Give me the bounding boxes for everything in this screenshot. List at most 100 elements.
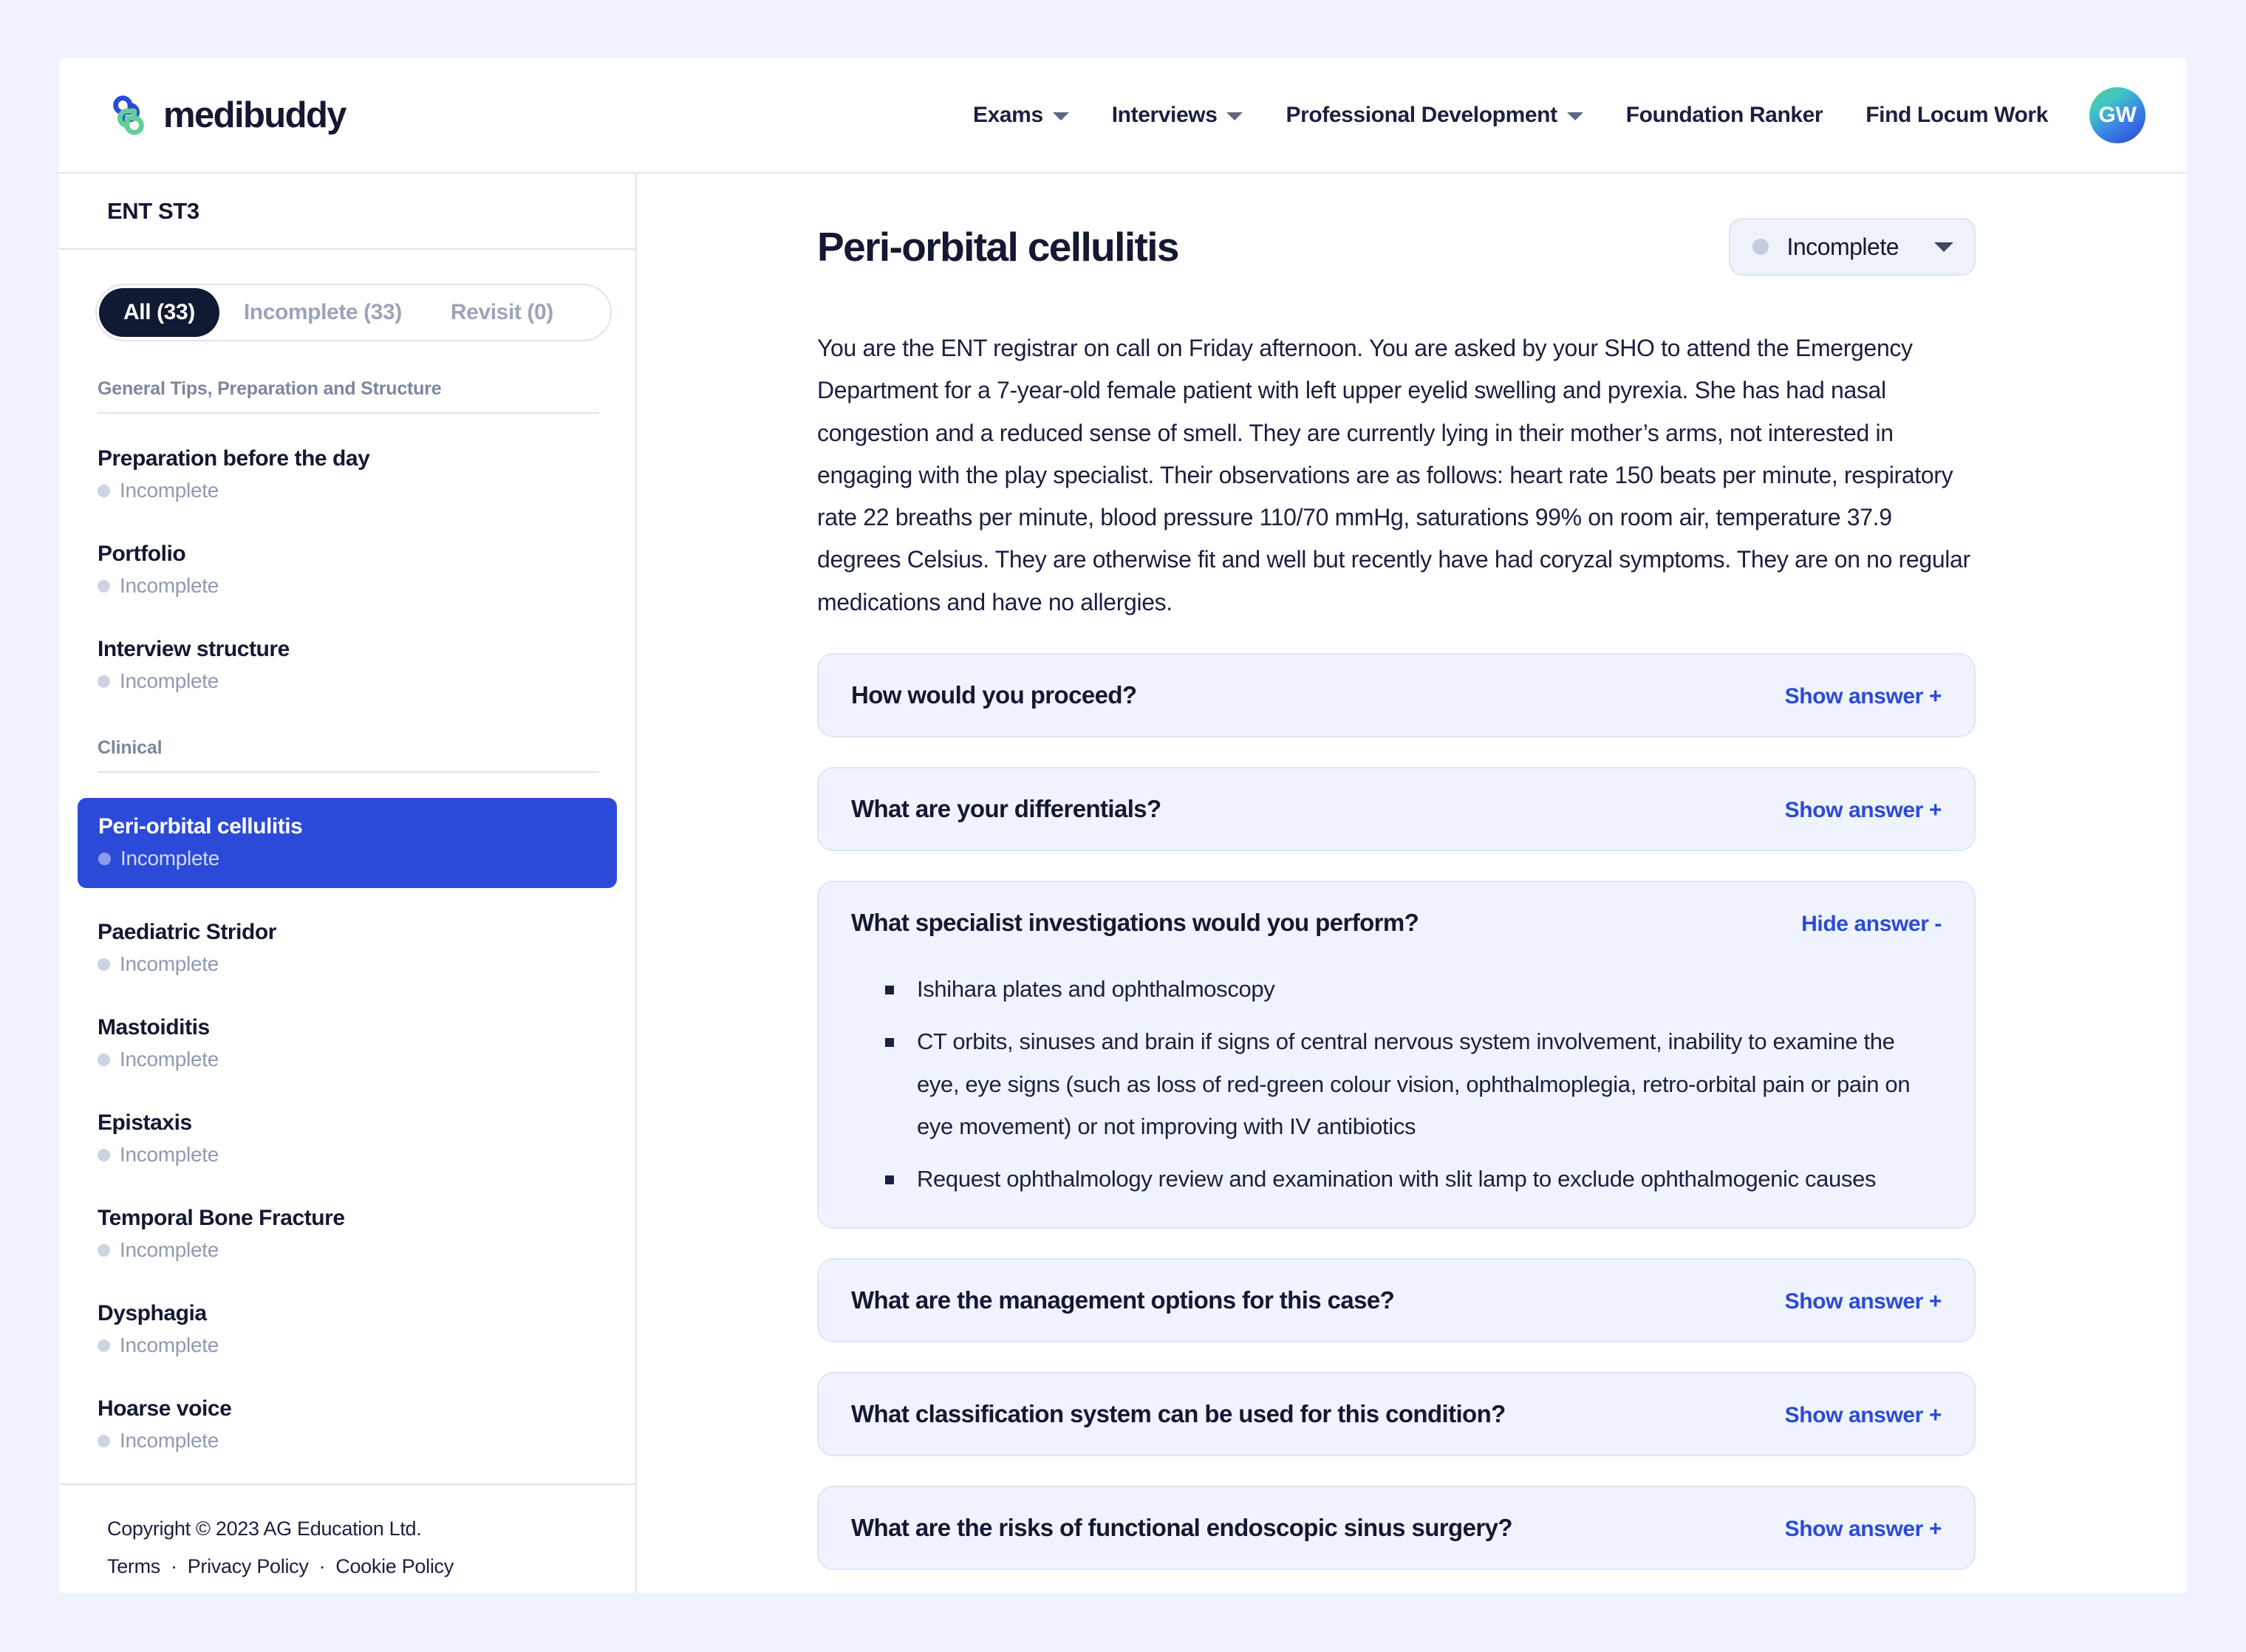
question-card-header: What specialist investigations would you…: [851, 909, 1942, 937]
topic-status: Incomplete: [98, 847, 615, 870]
sidebar-item-portfolio[interactable]: Portfolio Incomplete: [95, 534, 599, 605]
group-label-clinical: Clinical: [98, 737, 599, 773]
content-area: ENT ST3 All (33) Incomplete (33) Revisit…: [59, 174, 2187, 1593]
top-navigation-bar: medibuddy Exams Interviews Professional …: [59, 58, 2187, 174]
main-panel[interactable]: Peri-orbital cellulitis Incomplete You a…: [637, 174, 2187, 1593]
show-answer-toggle[interactable]: Show answer +: [1785, 1289, 1942, 1314]
question-text: What are the management options for this…: [851, 1286, 1395, 1314]
status-dot-icon: [1752, 239, 1769, 255]
topic-status: Incomplete: [98, 1334, 598, 1357]
show-answer-toggle[interactable]: Show answer +: [1785, 684, 1942, 709]
status-label: Incomplete: [120, 952, 219, 975]
sidebar-item-mastoiditis[interactable]: Mastoiditis Incomplete: [95, 1008, 599, 1079]
show-answer-toggle[interactable]: Show answer +: [1785, 1403, 1942, 1428]
chevron-down-icon: [1052, 112, 1069, 120]
filter-revisit[interactable]: Revisit (0): [426, 288, 578, 337]
nav-label: Foundation Ranker: [1625, 102, 1823, 127]
topic-title: Peri-orbital cellulitis: [98, 814, 303, 839]
nav-label: Interviews: [1111, 102, 1218, 127]
nav-item-exams[interactable]: Exams: [973, 103, 1069, 128]
filter-all[interactable]: All (33): [99, 288, 219, 337]
brand-name: medibuddy: [163, 95, 347, 135]
avatar[interactable]: GW: [2089, 86, 2146, 143]
filter-incomplete[interactable]: Incomplete (33): [219, 288, 426, 337]
filter-segmented-control: All (33) Incomplete (33) Revisit (0): [95, 284, 612, 341]
topic-title: Paediatric Stridor: [98, 920, 276, 944]
sidebar-item-hoarse-voice[interactable]: Hoarse voice Incomplete: [95, 1389, 599, 1460]
sidebar-footer: Copyright © 2023 AG Education Ltd. Terms…: [59, 1485, 635, 1593]
question-card-header: How would you proceed? Show answer +: [851, 681, 1942, 709]
sidebar-item-dysphagia[interactable]: Dysphagia Incomplete: [95, 1294, 599, 1365]
topic-title: Preparation before the day: [98, 446, 370, 471]
sidebar-topic-list[interactable]: All (33) Incomplete (33) Revisit (0) Gen…: [59, 250, 635, 1485]
question-card-2[interactable]: What are your differentials? Show answer…: [817, 766, 1976, 851]
sidebar-item-preparation-before-the-day[interactable]: Preparation before the day Incomplete: [95, 439, 599, 510]
question-card-1[interactable]: How would you proceed? Show answer +: [817, 652, 1976, 737]
separator-dot: ·: [318, 1555, 326, 1577]
question-card-3-expanded[interactable]: What specialist investigations would you…: [817, 880, 1976, 1229]
topic-status: Incomplete: [98, 1143, 598, 1167]
page-title: Peri-orbital cellulitis: [817, 224, 1180, 270]
chevron-down-icon: [1226, 112, 1243, 120]
topic-status: Incomplete: [98, 479, 598, 502]
show-answer-toggle[interactable]: Show answer +: [1785, 798, 1942, 823]
question-text: What specialist investigations would you…: [851, 908, 1419, 936]
status-dot-icon: [98, 958, 110, 971]
separator-dot: ·: [171, 1555, 177, 1577]
sidebar-item-paediatric-stridor[interactable]: Paediatric Stridor Incomplete: [95, 912, 599, 983]
nav-item-foundation-ranker[interactable]: Foundation Ranker: [1626, 103, 1823, 128]
topic-title: Temporal Bone Fracture: [98, 1206, 345, 1230]
hide-answer-toggle[interactable]: Hide answer -: [1801, 912, 1942, 937]
topic-status: Incomplete: [98, 952, 598, 976]
status-label: Incomplete: [120, 479, 219, 502]
answer-bullet: Request ophthalmology review and examina…: [882, 1158, 1942, 1200]
status-label: Incomplete: [120, 1429, 219, 1452]
topic-status: Incomplete: [98, 1429, 598, 1453]
status-dot-icon: [98, 1434, 110, 1447]
question-card-6[interactable]: What are the risks of functional endosco…: [817, 1485, 1976, 1570]
status-dot-icon: [98, 675, 110, 688]
status-dot-icon: [98, 484, 110, 497]
topic-title: Interview structure: [98, 637, 290, 661]
nav-item-find-locum-work[interactable]: Find Locum Work: [1866, 103, 2048, 128]
status-dot-icon: [98, 1243, 110, 1257]
nav-label: Professional Development: [1286, 102, 1557, 127]
status-dot-icon: [98, 1148, 110, 1161]
topic-status: Incomplete: [98, 574, 598, 598]
status-label: Incomplete: [120, 574, 219, 597]
question-card-header: What classification system can be used f…: [851, 1400, 1942, 1428]
question-card-5[interactable]: What classification system can be used f…: [817, 1371, 1976, 1456]
privacy-policy-link[interactable]: Privacy Policy: [188, 1555, 309, 1578]
question-card-4[interactable]: What are the management options for this…: [817, 1257, 1976, 1342]
terms-link[interactable]: Terms: [107, 1555, 160, 1578]
show-answer-toggle[interactable]: Show answer +: [1785, 1517, 1942, 1542]
sidebar: ENT ST3 All (33) Incomplete (33) Revisit…: [59, 174, 637, 1593]
status-label: Incomplete: [120, 847, 219, 870]
nav-item-professional-development[interactable]: Professional Development: [1286, 103, 1583, 128]
status-value: Incomplete: [1786, 233, 1899, 260]
status-label: Incomplete: [120, 1143, 219, 1166]
question-card-header: What are your differentials? Show answer…: [851, 795, 1942, 823]
nav-item-interviews[interactable]: Interviews: [1112, 103, 1243, 128]
sidebar-item-temporal-bone-fracture[interactable]: Temporal Bone Fracture Incomplete: [95, 1198, 599, 1269]
nav-label: Find Locum Work: [1866, 102, 2048, 127]
status-dot-icon: [98, 1339, 110, 1352]
brand-logo[interactable]: medibuddy: [106, 92, 347, 138]
cookie-policy-link[interactable]: Cookie Policy: [335, 1555, 454, 1578]
status-label: Incomplete: [120, 1238, 219, 1261]
app-window: medibuddy Exams Interviews Professional …: [59, 58, 2187, 1593]
sidebar-item-peri-orbital-cellulitis[interactable]: Peri-orbital cellulitis Incomplete: [78, 798, 617, 888]
main-nav: Exams Interviews Professional Developmen…: [973, 103, 2089, 128]
sidebar-title: ENT ST3: [107, 197, 199, 224]
topic-title: Portfolio: [98, 542, 186, 566]
topic-title: Mastoiditis: [98, 1015, 210, 1040]
question-text: What classification system can be used f…: [851, 1399, 1506, 1427]
legal-links: Terms · Privacy Policy · Cookie Policy: [107, 1555, 635, 1578]
copyright-text: Copyright © 2023 AG Education Ltd.: [107, 1518, 422, 1540]
question-text: How would you proceed?: [851, 680, 1137, 709]
status-dropdown[interactable]: Incomplete: [1729, 218, 1976, 276]
status-dot-icon: [98, 852, 111, 865]
sidebar-item-epistaxis[interactable]: Epistaxis Incomplete: [95, 1103, 599, 1174]
sidebar-item-interview-structure[interactable]: Interview structure Incomplete: [95, 629, 599, 700]
scenario-text: You are the ENT registrar on call on Fri…: [817, 335, 1970, 615]
